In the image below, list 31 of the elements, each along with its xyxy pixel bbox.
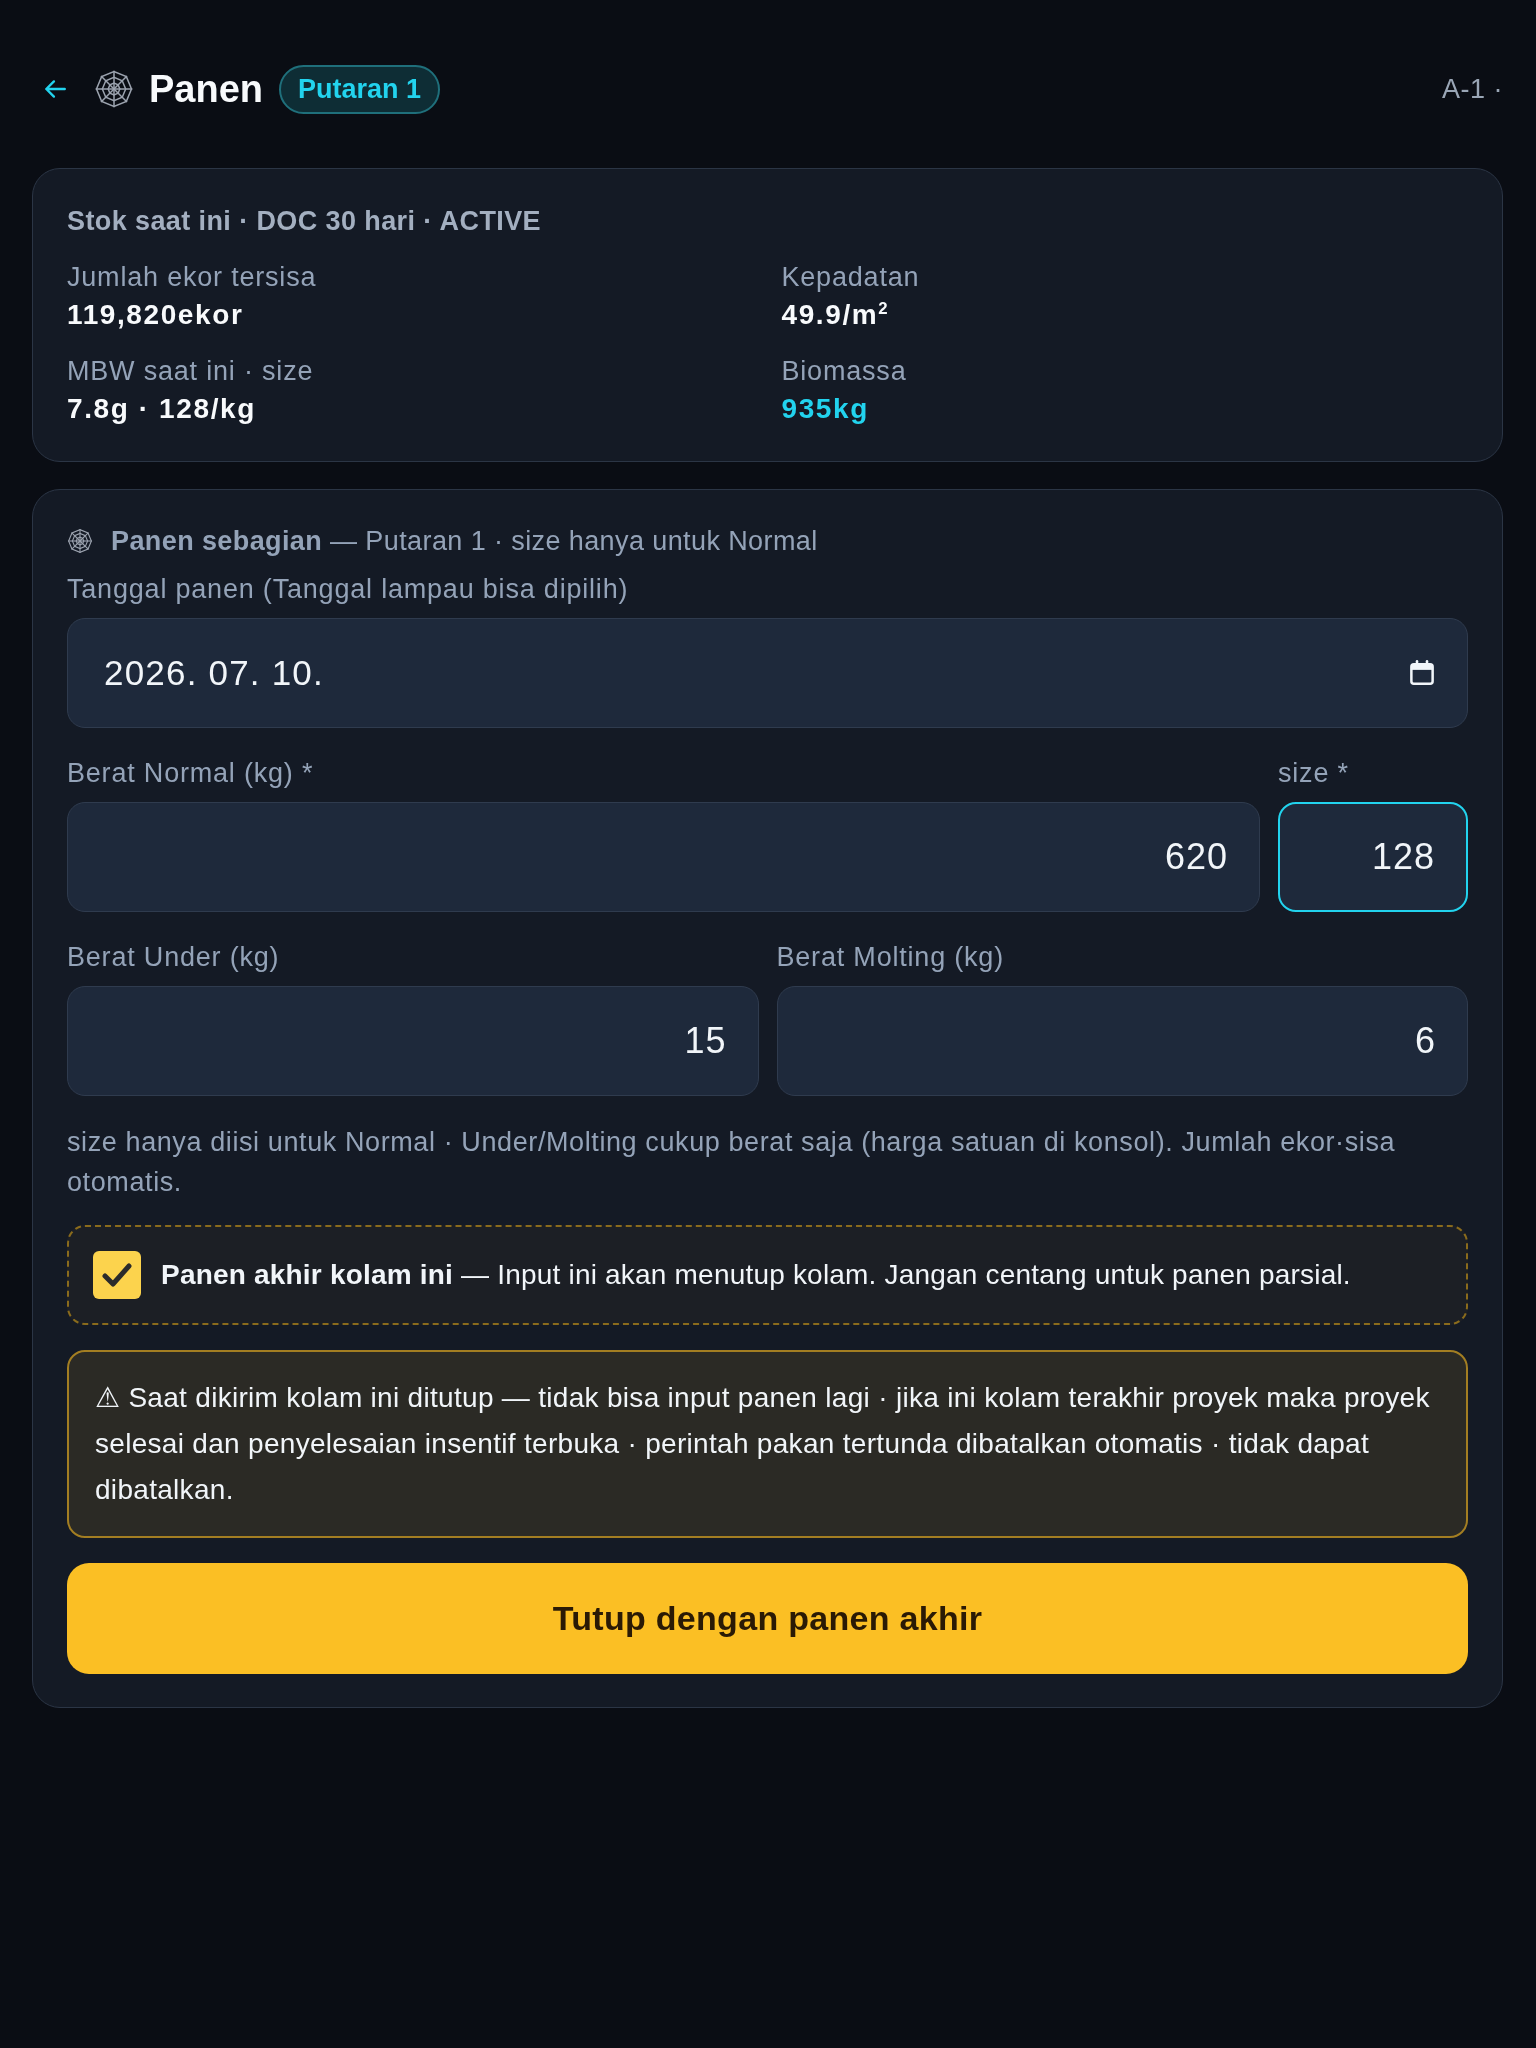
stat-label: Jumlah ekor tersisa <box>67 261 318 294</box>
stock-title: Stok saat ini · DOC 30 hari · ACTIVE <box>67 205 542 237</box>
warning-message: ⚠ Saat dikirim kolam ini ditutup — tidak bisa input panen lagi · jika ini kolam terakhir proyek maka proyek selesai dan penyelesaian insentif terbuka · perintah pakan tertunda dibatalkan otomatis · tidak dapat dibatalkan. <box>67 1350 1468 1538</box>
submit-button[interactable]: Tutup dengan panen akhir <box>67 1563 1468 1674</box>
date-field[interactable]: 2026. 07. 10. <box>67 618 1468 728</box>
page-title: Panen <box>149 70 264 108</box>
stat-label: Biomassa <box>781 355 908 388</box>
field-label: Berat Molting (kg) <box>776 941 1005 973</box>
spider-web-icon <box>67 528 93 554</box>
stat-value: 935kg <box>781 392 870 426</box>
stat-label: MBW saat ini · size <box>67 355 315 388</box>
stat-value: 49.9/m$^{2}$ <box>781 297 891 332</box>
field-label: size * <box>1278 757 1350 789</box>
spider-web-icon <box>94 69 134 109</box>
help-text: size hanya diisi untuk Normal · Under/Molting cukup berat saja (harga satuan di konsol). Jumlah ekor·sisa otomatis. <box>67 1126 1397 1199</box>
stat-label: Kepadatan <box>781 261 921 294</box>
round-badge: Putaran 1 <box>279 64 441 114</box>
input-field[interactable]: 6 <box>776 986 1468 1096</box>
calendar-icon[interactable] <box>1407 658 1437 688</box>
input-field[interactable]: 15 <box>67 986 759 1096</box>
input-field[interactable]: 620 <box>67 802 1260 912</box>
stat-value: 119,820ekor <box>67 298 245 332</box>
stat-value: 7.8g · 128/kg <box>67 392 257 426</box>
field-label: Berat Normal (kg) * <box>67 757 315 789</box>
checkbox-label: Panen akhir kolam ini — Input ini akan menutup kolam. Jangan centang untuk panen parsial. <box>161 1258 1351 1292</box>
checkbox[interactable] <box>93 1251 141 1299</box>
form-heading: Panen sebagian — Putaran 1 · size hanya untuk Normal <box>111 525 818 557</box>
pond-code: A-1 · <box>1442 73 1503 105</box>
field-label: Berat Under (kg) <box>67 941 281 973</box>
input-field[interactable]: 128 <box>1278 802 1468 912</box>
field-label: Tanggal panen (Tanggal lampau bisa dipilih) <box>67 573 630 605</box>
